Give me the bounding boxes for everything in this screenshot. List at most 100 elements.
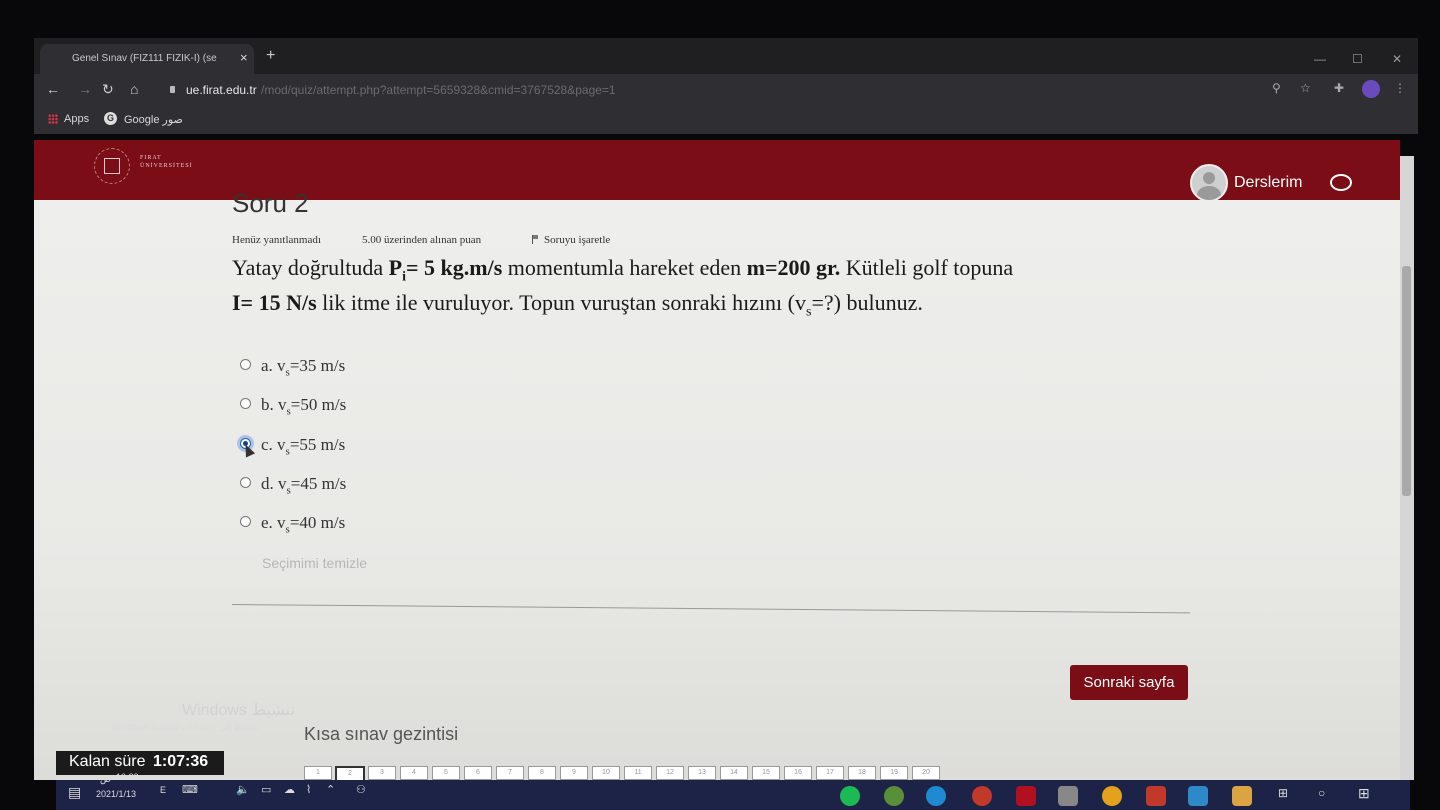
quiz-nav-button[interactable]: 11 (624, 766, 652, 780)
maximize-icon[interactable]: ☐ (1352, 52, 1363, 66)
qtext-part: =?) bulunuz. (811, 290, 923, 315)
address-bar[interactable]: ue.firat.edu.tr /mod/quiz/attempt.php?at… (164, 78, 1244, 102)
flag-question-label: Soruyu işaretle (544, 234, 611, 246)
taskbar-ampm: ص (100, 774, 111, 784)
bookmarks-bar: Apps G Google صور (34, 106, 1418, 134)
bookmark-star-icon[interactable]: ☆ (1300, 81, 1311, 95)
question-text-line2: I= 15 N/s lik itme ile vuruluyor. Topun … (232, 290, 923, 320)
next-page-button[interactable]: Sonraki sayfa (1070, 665, 1188, 700)
quiz-nav-button[interactable]: 3 (368, 766, 396, 780)
quiz-nav-button[interactable]: 16 (784, 766, 812, 780)
new-tab-button[interactable]: + (266, 47, 275, 65)
quiz-nav-button[interactable]: 12 (656, 766, 684, 780)
people-icon[interactable]: ⚇ (356, 783, 366, 796)
quiz-nav-button[interactable]: 7 (496, 766, 524, 780)
quiz-nav-button[interactable]: 4 (400, 766, 428, 780)
home-icon[interactable]: ⌂ (130, 81, 138, 97)
edge-icon[interactable] (926, 786, 946, 806)
browser-tab-bar: Genel Sınav (FIZ111 FİZİK-I) (se × + — ☐… (34, 38, 1418, 74)
qtext-momentum-value: = 5 kg.m/s (406, 255, 503, 280)
file-explorer-icon[interactable] (1232, 786, 1252, 806)
translate-icon[interactable]: ⚲ (1272, 81, 1281, 95)
taskbar-time[interactable]: 10:22 (116, 772, 139, 782)
volume-icon[interactable]: 🔈 (236, 783, 250, 796)
option-label: e. vs=40 m/s (261, 513, 346, 536)
qtext-part: lik itme ile vuruluyor. Topun vuruştan s… (322, 290, 806, 315)
clear-choice-link[interactable]: Seçimimi temizle (262, 555, 367, 571)
mail-icon[interactable] (1188, 786, 1208, 806)
user-avatar[interactable] (1190, 164, 1228, 202)
quiz-nav-button[interactable]: 13 (688, 766, 716, 780)
media-player-icon[interactable] (972, 786, 992, 806)
quiz-nav-button[interactable]: 10 (592, 766, 620, 780)
quiz-nav-button[interactable]: 18 (848, 766, 876, 780)
bookmark-apps[interactable]: Apps (64, 113, 89, 125)
flag-question-link[interactable]: Soruyu işaretle (532, 234, 610, 246)
qtext-part: Kütleli golf topuna (845, 255, 1014, 280)
browser-toolbar: ← → ↻ ⌂ ue.firat.edu.tr /mod/quiz/attemp… (34, 74, 1418, 106)
lock-icon (170, 86, 175, 93)
spotify-icon[interactable] (840, 786, 860, 806)
windows-taskbar: ▤ ص 10:22 2021/1/13 E ⌨ 🔈 ▭ ☁ ⌇ ⌃ ⚇ ⊞ ○ … (56, 772, 1410, 810)
forward-icon[interactable]: → (78, 81, 92, 97)
office-icon[interactable] (1146, 786, 1166, 806)
quiz-nav-button[interactable]: 15 (752, 766, 780, 780)
scrollbar-thumb[interactable] (1402, 266, 1411, 496)
qtext-momentum-symbol: P (388, 255, 403, 280)
url-host: ue.firat.edu.tr (186, 83, 257, 97)
notification-center-icon[interactable]: ▤ (68, 784, 81, 801)
radio-button[interactable] (240, 516, 251, 527)
close-window-icon[interactable]: ✕ (1392, 52, 1402, 66)
quiz-nav-button[interactable]: 5 (432, 766, 460, 780)
university-logo[interactable] (94, 148, 130, 184)
windows-start-icon[interactable]: ⊞ (1358, 785, 1370, 802)
google-icon: G (104, 112, 117, 125)
bookmark-google-images[interactable]: Google صور (124, 113, 183, 126)
my-courses-link[interactable]: Derslerim (1234, 174, 1302, 192)
option-label: d. vs=45 m/s (261, 474, 347, 497)
page-scrollbar[interactable] (1400, 156, 1414, 780)
profile-avatar[interactable] (1362, 80, 1380, 98)
tab-title: Genel Sınav (FIZ111 FİZİK-I) (se (72, 53, 217, 64)
app-icon[interactable] (884, 786, 904, 806)
browser-tab[interactable]: Genel Sınav (FIZ111 FİZİK-I) (se × (40, 44, 254, 74)
quiz-nav-button[interactable]: 20 (912, 766, 940, 780)
quiz-nav-button[interactable]: 9 (560, 766, 588, 780)
show-hidden-icons[interactable]: ⌃ (326, 783, 335, 796)
store-icon[interactable] (1058, 786, 1078, 806)
windows-activation-watermark: Windows تنشيط (182, 702, 295, 719)
quiz-nav-button[interactable]: 8 (528, 766, 556, 780)
radio-button[interactable] (240, 359, 251, 370)
quiz-navigation-title: Kısa sınav gezintisi (304, 724, 459, 744)
time-remaining: Kalan süre 1:07:36 (56, 751, 224, 775)
minimize-icon[interactable]: — (1314, 52, 1326, 66)
question-title: Soru 2 (232, 188, 309, 218)
task-view-icon[interactable]: ⊞ (1278, 786, 1288, 800)
option-label: a. vs=35 m/s (261, 356, 346, 379)
radio-button[interactable] (240, 477, 251, 488)
netflix-icon[interactable] (1016, 786, 1036, 806)
quiz-nav-button[interactable]: 17 (816, 766, 844, 780)
quiz-nav-button[interactable]: 19 (880, 766, 908, 780)
wifi-icon[interactable]: ⌇ (306, 783, 311, 796)
cloud-icon[interactable]: ☁ (284, 783, 295, 796)
language-indicator[interactable]: E (160, 785, 166, 795)
quiz-nav-button[interactable]: 14 (720, 766, 748, 780)
radio-button[interactable] (240, 398, 251, 409)
extensions-icon[interactable]: ✚ (1334, 81, 1344, 95)
menu-kebab-icon[interactable]: ⋮ (1394, 81, 1406, 95)
battery-icon[interactable]: ▭ (261, 783, 271, 796)
back-icon[interactable]: ← (46, 81, 60, 97)
url-path: /mod/quiz/attempt.php?attempt=5659328&cm… (261, 83, 616, 97)
reload-icon[interactable]: ↻ (102, 81, 114, 98)
message-drawer-icon[interactable] (1330, 174, 1352, 191)
keyboard-icon[interactable]: ⌨ (182, 783, 198, 796)
tab-close-icon[interactable]: × (240, 50, 248, 65)
divider (231, 604, 1190, 614)
chrome-icon[interactable] (1102, 786, 1122, 806)
quiz-nav-button[interactable]: 6 (464, 766, 492, 780)
cortana-icon[interactable]: ○ (1318, 786, 1325, 800)
taskbar-date[interactable]: 2021/1/13 (96, 789, 136, 799)
timer-label: Kalan süre (69, 753, 146, 770)
quiz-nav-button[interactable]: 1 (304, 766, 332, 780)
